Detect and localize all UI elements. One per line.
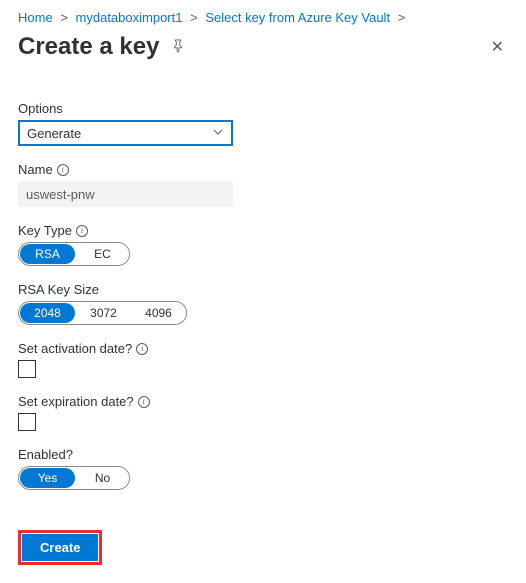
enabled-toggle: Yes No	[18, 466, 130, 490]
breadcrumb-item-1[interactable]: mydataboximport1	[76, 10, 183, 25]
create-button-highlight: Create	[18, 530, 102, 565]
info-icon[interactable]: i	[136, 343, 148, 355]
chevron-down-icon	[212, 126, 224, 141]
key-type-toggle: RSA EC	[18, 242, 130, 266]
rsa-key-size-label: RSA Key Size	[18, 282, 99, 297]
breadcrumb-home[interactable]: Home	[18, 10, 53, 25]
breadcrumb-item-2[interactable]: Select key from Azure Key Vault	[205, 10, 390, 25]
page-title: Create a key	[18, 33, 159, 61]
rsa-key-size-toggle: 2048 3072 4096	[18, 301, 187, 325]
options-select[interactable]: Generate	[18, 120, 233, 146]
activation-date-label: Set activation date?	[18, 341, 132, 356]
create-button[interactable]: Create	[22, 534, 98, 561]
info-icon[interactable]: i	[57, 164, 69, 176]
enabled-yes[interactable]: Yes	[20, 468, 75, 488]
name-label: Name	[18, 162, 53, 177]
rsa-size-3072[interactable]: 3072	[76, 302, 131, 324]
key-type-ec[interactable]: EC	[76, 243, 129, 265]
info-icon[interactable]: i	[76, 225, 88, 237]
name-input[interactable]	[18, 181, 233, 207]
info-icon[interactable]: i	[138, 396, 150, 408]
options-label: Options	[18, 101, 63, 116]
create-key-form: Options Generate Name i Key Type i RSA E…	[18, 101, 233, 490]
options-selected-value: Generate	[27, 126, 81, 141]
breadcrumb: Home > mydataboximport1 > Select key fro…	[18, 10, 508, 25]
expiration-date-label: Set expiration date?	[18, 394, 134, 409]
enabled-no[interactable]: No	[76, 467, 129, 489]
close-icon[interactable]: ✕	[487, 33, 508, 61]
chevron-right-icon: >	[398, 10, 406, 25]
activation-date-checkbox[interactable]	[18, 360, 36, 378]
expiration-date-checkbox[interactable]	[18, 413, 36, 431]
rsa-size-4096[interactable]: 4096	[131, 302, 186, 324]
rsa-size-2048[interactable]: 2048	[20, 303, 75, 323]
enabled-label: Enabled?	[18, 447, 73, 462]
chevron-right-icon: >	[190, 10, 198, 25]
pin-icon[interactable]	[171, 39, 185, 56]
chevron-right-icon: >	[60, 10, 68, 25]
key-type-label: Key Type	[18, 223, 72, 238]
key-type-rsa[interactable]: RSA	[20, 244, 75, 264]
